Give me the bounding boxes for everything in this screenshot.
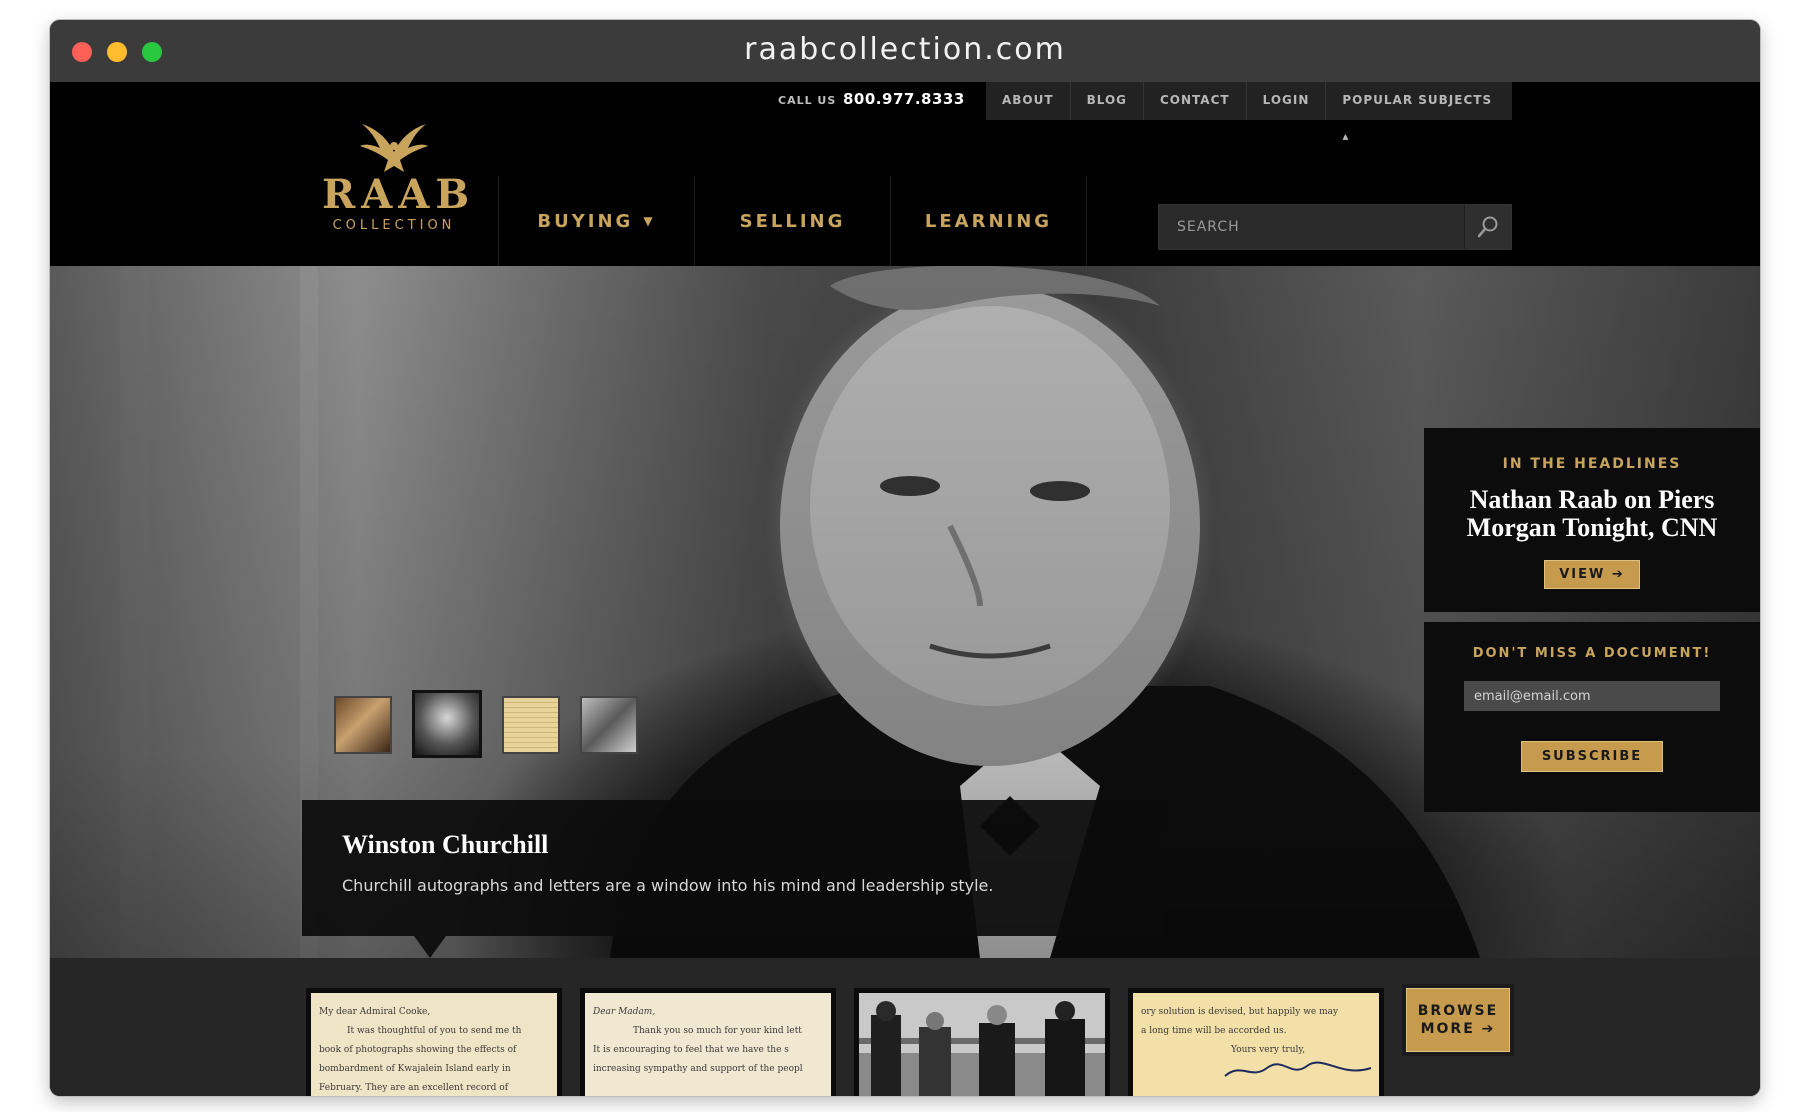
thumbnail-document[interactable] [502,696,560,754]
nav-buying[interactable]: BUYING ▼ [498,176,694,266]
main-nav: BUYING ▼ SELLING LEARNING [498,176,1087,266]
letter-2-line: It is encouraging to feel that we have t… [593,1045,789,1055]
nav-selling-label: SELLING [739,210,846,232]
nav-popular-subjects[interactable]: POPULAR SUBJECTS ▴ [1326,82,1512,143]
raab-logo[interactable]: RAAB COLLECTION [322,122,476,233]
title-bar: raabcollection.com [50,20,1760,82]
letter-3-line: ory solution is devised, but happily we … [1141,1007,1339,1017]
nav-login[interactable]: LOGIN [1247,82,1327,120]
search-input[interactable] [1159,205,1459,249]
headlines-panel: IN THE HEADLINES Nathan Raab on Piers Mo… [1424,428,1760,612]
letter-1-line: February. They are an excellent record o… [319,1083,509,1093]
collection-card-letter-2[interactable]: Dear Madam, Thank you so much for your k… [580,988,836,1096]
headlines-heading: IN THE HEADLINES [1502,456,1682,472]
collection-card-letter-1[interactable]: My dear Admiral Cooke, It was thoughtful… [306,988,562,1096]
letter-2-line: Dear Madam, [593,1007,656,1017]
group-photo-image [859,993,1105,1096]
browse-more-button[interactable]: BROWSE MORE ➔ [1406,988,1510,1052]
nav-learning-label: LEARNING [924,210,1053,232]
thumbnail-portrait-1[interactable] [334,696,392,754]
browse-more-line-2: MORE ➔ [1420,1021,1496,1037]
letter-1-image: My dear Admiral Cooke, It was thoughtful… [311,993,557,1096]
browser-window: raabcollection.com CALL US 800.977.8333 … [50,20,1760,1096]
letter-3-image: ory solution is devised, but happily we … [1133,993,1379,1096]
phone-number[interactable]: 800.977.8333 [843,90,965,108]
headline-title[interactable]: Nathan Raab on Piers Morgan Tonight, CNN [1424,486,1760,542]
letter-1-line: My dear Admiral Cooke, [319,1007,431,1017]
email-field[interactable] [1464,681,1720,711]
collection-card-photo[interactable] [854,988,1110,1096]
collection-card-letter-3[interactable]: ory solution is devised, but happily we … [1128,988,1384,1096]
nav-learning[interactable]: LEARNING [890,176,1087,266]
slide-title[interactable]: Winston Churchill [342,830,548,860]
thumbnail-churchill[interactable] [412,690,482,758]
utility-nav: ABOUT BLOG CONTACT LOGIN POPULAR SUBJECT… [986,82,1512,143]
nav-selling[interactable]: SELLING [694,176,890,266]
search-button[interactable] [1464,205,1511,249]
nav-about[interactable]: ABOUT [986,82,1071,120]
letter-3-line: a long time will be accorded us. [1141,1026,1287,1036]
eagle-icon [360,124,428,172]
newsletter-panel: DON'T MISS A DOCUMENT! SUBSCRIBE [1424,622,1760,812]
search-box [1158,204,1512,250]
nav-contact[interactable]: CONTACT [1144,82,1247,120]
letter-1-line: It was thoughtful of you to send me th [347,1026,522,1036]
hero-slider: Winston Churchill Churchill autographs a… [50,266,1760,958]
subscribe-button[interactable]: SUBSCRIBE [1520,741,1664,772]
thumbnail-photo[interactable] [580,696,638,754]
letter-1-line: book of photographs showing the effects … [319,1045,517,1055]
logo-subtitle: COLLECTION [332,218,456,233]
browse-more-line-1: BROWSE [1417,1003,1499,1019]
view-button[interactable]: VIEW ➔ [1544,560,1640,589]
call-us-label: CALL US [778,94,837,107]
letter-2-image: Dear Madam, Thank you so much for your k… [585,993,831,1096]
collection-strip: My dear Admiral Cooke, It was thoughtful… [50,958,1760,1096]
letter-1-line: bombardment of Kwajalein Island early in [319,1064,511,1074]
signature-image [1224,1061,1372,1077]
caption-pointer [414,936,446,958]
site-header: CALL US 800.977.8333 ABOUT BLOG CONTACT … [50,82,1760,266]
slide-description: Churchill autographs and letters are a w… [342,876,994,895]
nav-buying-label: BUYING [537,210,634,232]
search-icon [1477,216,1498,238]
newsletter-heading: DON'T MISS A DOCUMENT! [1472,646,1712,661]
chevron-down-icon: ▼ [643,214,656,228]
window-title: raabcollection.com [744,32,1066,67]
letter-2-line: increasing sympathy and support of the p… [593,1064,803,1074]
logo-wordmark: RAAB [322,171,476,218]
nav-blog[interactable]: BLOG [1071,82,1144,120]
slide-caption: Winston Churchill Churchill autographs a… [302,800,1162,958]
letter-2-line: Thank you so much for your kind lett [633,1026,802,1036]
letter-3-line: Yours very truly, [1231,1045,1306,1055]
